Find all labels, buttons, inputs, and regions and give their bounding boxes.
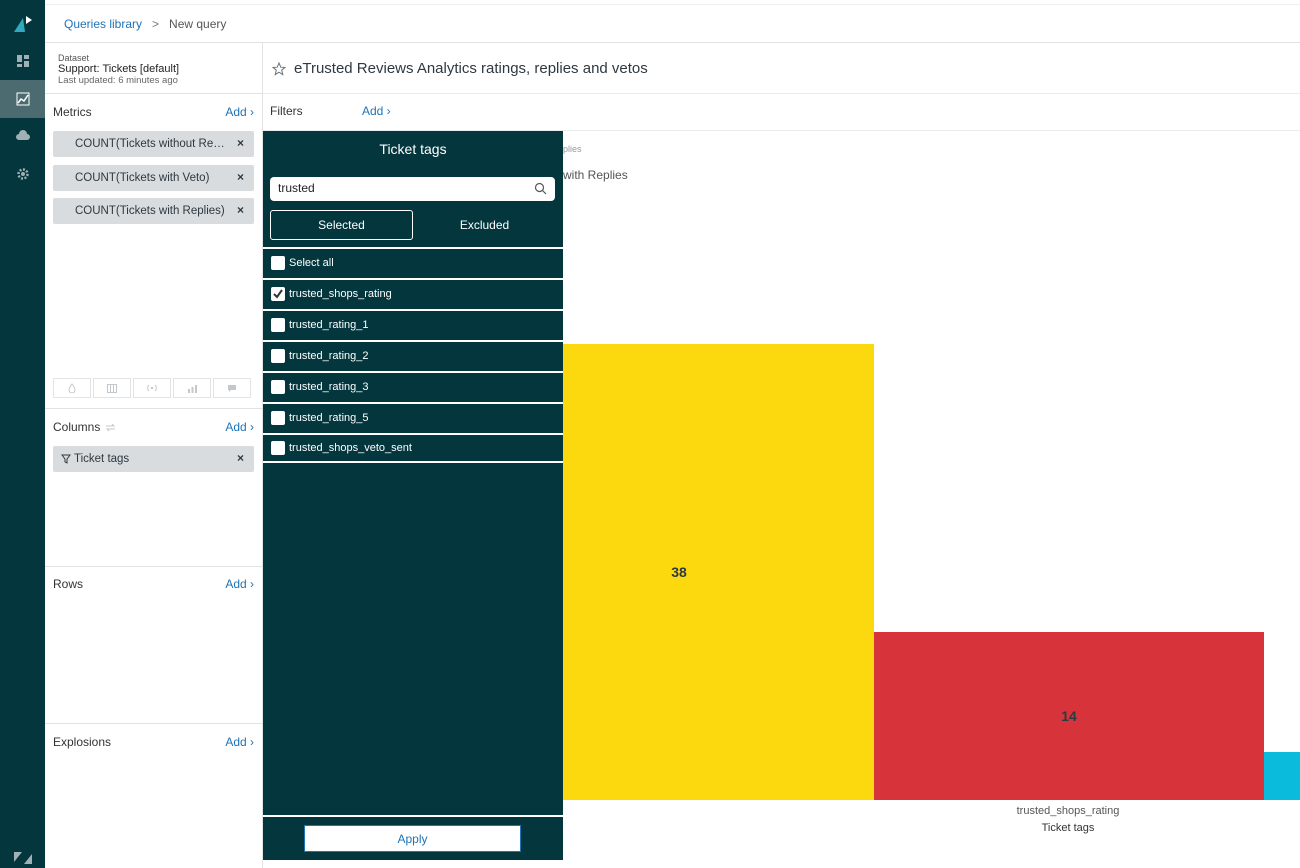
settings-gear-icon[interactable] <box>0 155 45 193</box>
checkbox[interactable] <box>271 441 285 455</box>
comment-icon[interactable] <box>213 378 251 398</box>
tag-option[interactable]: trusted_rating_2 <box>263 340 563 370</box>
tag-search-input[interactable] <box>278 177 528 199</box>
divider <box>45 408 262 409</box>
metric-pill-label: COUNT(Tickets with Replies) <box>75 205 225 217</box>
dataset-info[interactable]: Dataset Support: Tickets [default] Last … <box>58 53 179 86</box>
query-title[interactable]: eTrusted Reviews Analytics ratings, repl… <box>294 60 648 77</box>
filters-add-button[interactable]: Add › <box>362 104 391 118</box>
table-icon[interactable] <box>93 378 131 398</box>
bar-2[interactable] <box>1264 752 1300 800</box>
tab-selected[interactable]: Selected <box>270 210 413 240</box>
metrics-add-button[interactable]: Add › <box>225 105 254 119</box>
explosions-add-button[interactable]: Add › <box>225 735 254 749</box>
option-label: trusted_rating_1 <box>289 319 369 331</box>
metric-pill[interactable]: COUNT(Tickets with Veto) × <box>53 165 254 191</box>
app-nav <box>0 0 45 868</box>
metric-pill[interactable]: COUNT(Tickets without Repli... × <box>53 131 254 157</box>
x-axis-label: Ticket tags <box>1042 822 1095 834</box>
tag-option[interactable]: trusted_rating_5 <box>263 402 563 432</box>
option-label: trusted_rating_2 <box>289 350 369 362</box>
filters-title: Filters <box>270 104 303 118</box>
metric-pill-label: COUNT(Tickets without Repli... <box>75 138 230 150</box>
option-label: trusted_rating_5 <box>289 412 369 424</box>
breadcrumb-queries-library[interactable]: Queries library <box>64 17 142 31</box>
metrics-title: Metrics <box>53 105 92 119</box>
remove-column-icon[interactable]: × <box>237 451 244 465</box>
tag-option[interactable]: trusted_shops_rating <box>263 278 563 308</box>
signal-icon[interactable] <box>133 378 171 398</box>
breadcrumb: Queries library > New query <box>64 17 226 31</box>
divider <box>263 815 563 817</box>
datasources-nav-icon[interactable] <box>0 117 45 155</box>
bar-data-label: 14 <box>1061 708 1077 724</box>
divider <box>45 723 262 724</box>
query-config-panel: Dataset Support: Tickets [default] Last … <box>45 43 263 868</box>
top-bar: Queries library > New query <box>45 4 1300 43</box>
legend-series-name: with Replies <box>563 168 628 182</box>
checkbox[interactable] <box>271 318 285 332</box>
queries-nav-icon[interactable] <box>0 80 45 118</box>
dataset-updated: Last updated: 6 minutes ago <box>58 75 178 86</box>
rows-add-button[interactable]: Add › <box>225 577 254 591</box>
zendesk-logo-icon <box>14 852 32 864</box>
ticket-tags-filter-popup: Ticket tags Selected Excluded Select all… <box>263 131 563 860</box>
remove-metric-icon[interactable]: × <box>237 170 244 184</box>
metric-pill[interactable]: COUNT(Tickets with Replies) × <box>53 198 254 224</box>
column-pill[interactable]: Ticket tags × <box>53 446 254 472</box>
remove-metric-icon[interactable]: × <box>237 136 244 150</box>
tab-excluded[interactable]: Excluded <box>413 210 556 240</box>
x-tick-label: trusted_shops_rating <box>1017 805 1120 817</box>
explosions-title: Explosions <box>53 735 112 749</box>
option-label: Select all <box>289 257 334 269</box>
column-pill-label: Ticket tags <box>74 453 130 465</box>
dashboard-nav-icon[interactable] <box>0 42 45 80</box>
drop-icon[interactable] <box>53 378 91 398</box>
breadcrumb-separator: > <box>152 17 160 31</box>
checkbox[interactable] <box>271 411 285 425</box>
explore-logo-icon[interactable] <box>12 14 34 34</box>
star-icon[interactable] <box>272 61 286 76</box>
columns-add-button[interactable]: Add › <box>225 420 254 434</box>
bar-1[interactable] <box>874 632 1264 800</box>
tag-option[interactable]: trusted_rating_3 <box>263 371 563 401</box>
option-label: trusted_shops_rating <box>289 288 392 300</box>
tag-option[interactable]: trusted_rating_1 <box>263 309 563 339</box>
dataset-name: Support: Tickets [default] <box>58 63 180 75</box>
metric-pill-label: COUNT(Tickets with Veto) <box>75 172 210 184</box>
popup-title: Ticket tags <box>379 141 447 157</box>
divider <box>45 566 262 567</box>
checkbox[interactable] <box>271 287 285 301</box>
legend-series-name: plies <box>563 144 582 154</box>
query-title-bar: eTrusted Reviews Analytics ratings, repl… <box>272 60 648 77</box>
checkbox[interactable] <box>271 380 285 394</box>
tag-search-box <box>270 177 555 201</box>
tag-option[interactable]: trusted_shops_veto_sent <box>263 433 563 463</box>
columns-header: Columns <box>53 420 116 434</box>
apply-button[interactable]: Apply <box>304 825 521 852</box>
checkbox[interactable] <box>271 256 285 270</box>
metric-options-row <box>53 378 251 398</box>
swap-icon[interactable] <box>105 423 116 432</box>
option-label: trusted_rating_3 <box>289 381 369 393</box>
remove-metric-icon[interactable]: × <box>237 203 244 217</box>
divider <box>45 93 262 94</box>
chart-icon[interactable] <box>173 378 211 398</box>
bar-data-label: 38 <box>671 564 687 580</box>
option-label: trusted_shops_veto_sent <box>289 442 412 454</box>
checkmark-icon <box>273 289 283 299</box>
breadcrumb-current: New query <box>169 17 227 31</box>
rows-title: Rows <box>53 577 84 591</box>
checkbox[interactable] <box>271 349 285 363</box>
filter-icon[interactable] <box>61 454 71 464</box>
select-all-option[interactable]: Select all <box>263 247 563 277</box>
search-icon[interactable] <box>534 182 547 195</box>
columns-title: Columns <box>53 420 101 434</box>
divider <box>263 93 1300 94</box>
